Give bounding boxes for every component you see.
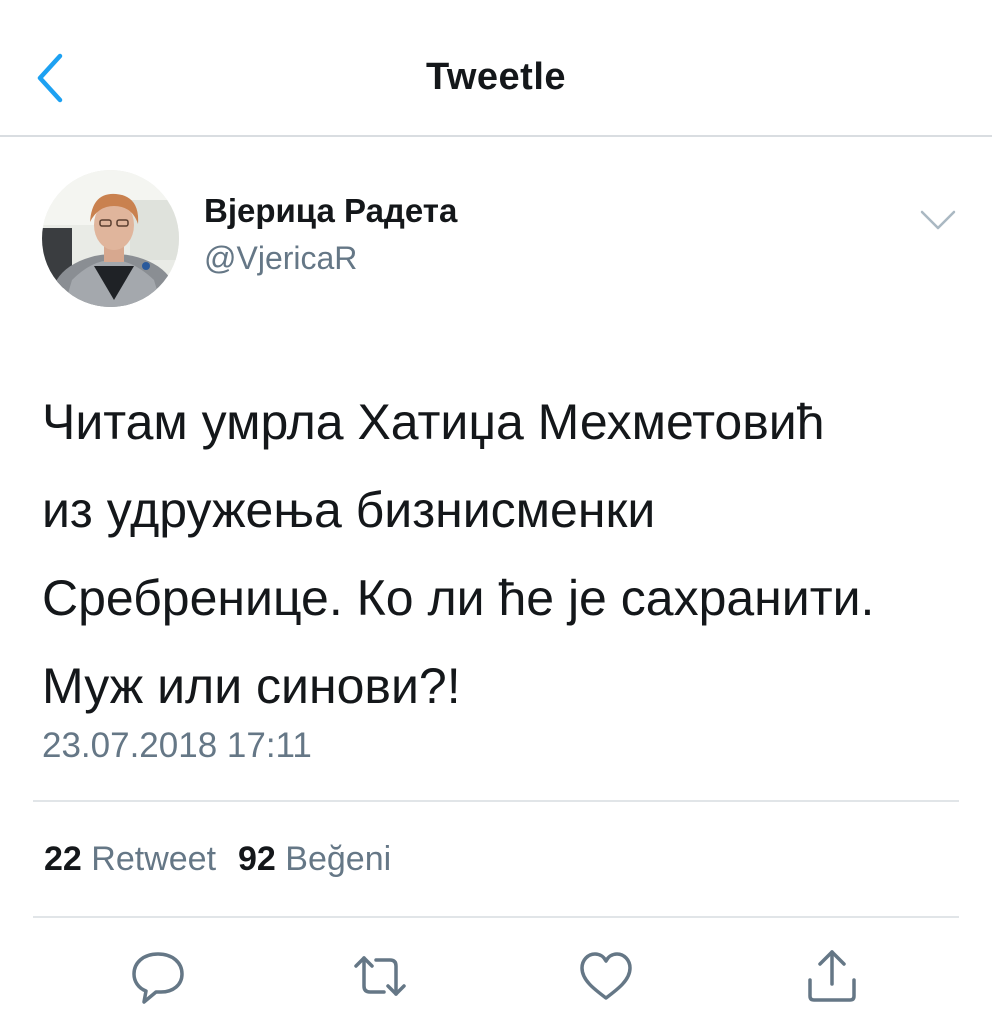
retweets-stat[interactable]: 22 Retweet <box>44 840 216 878</box>
tweet-text-line: из удружења бизнисменки <box>42 482 656 538</box>
retweets-count: 22 <box>44 840 82 878</box>
tweet-text-line: Читам умрла Хатиџа Мехметовић <box>42 394 825 450</box>
reply-button[interactable] <box>128 944 188 1008</box>
avatar[interactable] <box>42 170 179 307</box>
reply-icon <box>132 952 184 1004</box>
like-button[interactable] <box>576 944 636 1008</box>
divider <box>33 800 959 802</box>
divider <box>33 916 959 918</box>
tweet-menu-button[interactable] <box>916 204 960 236</box>
author-name[interactable]: Вјерица Радета <box>204 192 457 230</box>
likes-label: Beğeni <box>285 840 392 878</box>
retweets-label: Retweet <box>91 840 217 878</box>
retweet-icon <box>354 956 406 996</box>
tweet-stats: 22 Retweet 92 Beğeni <box>44 840 391 879</box>
page-title: Tweetle <box>425 56 567 98</box>
chevron-down-icon <box>920 210 956 230</box>
action-bar <box>0 944 992 1008</box>
tweet-text-line: Сребренице. Ко ли ће је сахранити. <box>42 570 875 626</box>
navigation-bar: Tweetle <box>0 0 992 137</box>
tweet-timestamp: 23.07.2018 17:11 <box>42 726 312 765</box>
share-icon <box>808 950 856 1002</box>
likes-count: 92 <box>238 840 276 878</box>
profile-photo <box>42 170 179 307</box>
heart-icon <box>580 952 632 1000</box>
tweet-text: Читам умрла Хатиџа Мехметовић из удружењ… <box>42 378 972 730</box>
tweet-text-line: Муж или синови?! <box>42 658 461 714</box>
share-button[interactable] <box>802 944 862 1008</box>
retweet-button[interactable] <box>350 944 410 1008</box>
author-handle[interactable]: @VjericaR <box>204 240 357 277</box>
likes-stat[interactable]: 92 Beğeni <box>238 840 391 878</box>
